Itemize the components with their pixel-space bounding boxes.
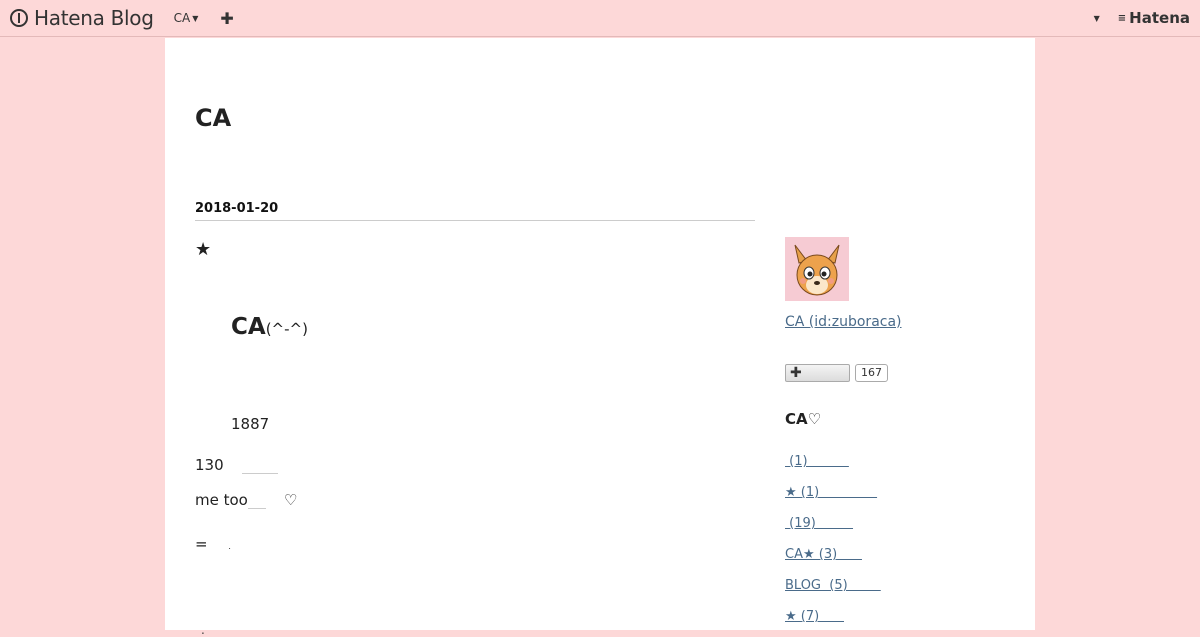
plus-icon: ✚ (220, 8, 234, 28)
hatena-brand: Hatena (1129, 9, 1190, 27)
entry-line-text: 130 (195, 456, 224, 474)
entry-line: me too ♡ (195, 490, 297, 509)
plus-icon: ✚ (790, 365, 802, 381)
hatena-logo[interactable]: ≡ Hatena (1118, 9, 1190, 27)
entry-date[interactable]: 2018-01-20 (195, 201, 755, 221)
deer-avatar-icon (785, 237, 849, 301)
entry-star: ★ (195, 239, 212, 260)
new-post-button[interactable]: ✚ (220, 9, 233, 28)
category-link[interactable]: ★ (7) (785, 609, 844, 624)
blog-switcher[interactable]: CA ▼ (174, 11, 199, 25)
entry-heading-emoticon: (^-^) (265, 320, 308, 338)
caret-down-icon: ▼ (192, 13, 199, 23)
global-header: Hatena Blog CA ▼ ✚ ▼ ≡ Hatena (0, 0, 1200, 37)
header-right: ▼ ≡ Hatena (1094, 9, 1190, 27)
underline-blank (241, 455, 278, 474)
list-item: BLOG (5) (785, 574, 881, 605)
hatena-mark-icon: ≡ (1117, 12, 1127, 24)
category-link[interactable]: BLOG (5) (785, 578, 881, 593)
category-link[interactable]: CA★ (3) (785, 547, 862, 562)
list-item: (19) (785, 512, 881, 543)
entry-line: 130 (195, 455, 278, 474)
category-link[interactable]: (19) (785, 516, 853, 531)
subscribe-button[interactable]: ✚ (785, 364, 850, 382)
hatena-blog-logo-icon (10, 9, 28, 27)
underline-blank (247, 490, 266, 509)
subscribe-widget: ✚ 167 (785, 364, 888, 382)
category-link[interactable]: (1) (785, 454, 849, 469)
list-item: ★ (1) (785, 481, 881, 512)
category-heading-text: CA (785, 410, 808, 428)
category-link[interactable]: ★ (1) (785, 485, 877, 500)
profile-link[interactable]: CA (id:zuboraca) (785, 314, 902, 330)
category-list: (1) ★ (1) (19) CA★ (3) BLOG (5) ★ (7) (785, 450, 881, 636)
list-item: ★ (7) (785, 605, 881, 636)
entry-line: 1887 (231, 415, 270, 433)
category-heading: CA♡ (785, 410, 821, 428)
hatena-blog-logo[interactable]: Hatena Blog (10, 6, 154, 30)
list-item: (1) (785, 450, 881, 481)
entry-line: = . (195, 535, 231, 553)
caret-down-icon[interactable]: ▼ (1094, 14, 1100, 23)
avatar[interactable] (785, 237, 849, 301)
entry-heading: CA(^-^) (231, 314, 308, 340)
blog-title[interactable]: CA (195, 104, 231, 132)
subscriber-count[interactable]: 167 (855, 364, 888, 382)
brand-name: Hatena Blog (34, 6, 154, 30)
entry-line-dot: . (228, 542, 231, 551)
blog-panel: CA 2018-01-20 ★ CA(^-^) 1887 130 me too … (165, 38, 1035, 637)
entry-line-text: = (195, 535, 208, 553)
entry-line-text: me too (195, 491, 248, 509)
heart-icon: ♡ (283, 491, 298, 509)
blog-switcher-label: CA (173, 11, 191, 25)
heart-icon: ♡ (807, 410, 822, 428)
entry-line: . (201, 623, 205, 637)
entry-heading-text: CA (231, 314, 266, 340)
list-item: CA★ (3) (785, 543, 881, 574)
